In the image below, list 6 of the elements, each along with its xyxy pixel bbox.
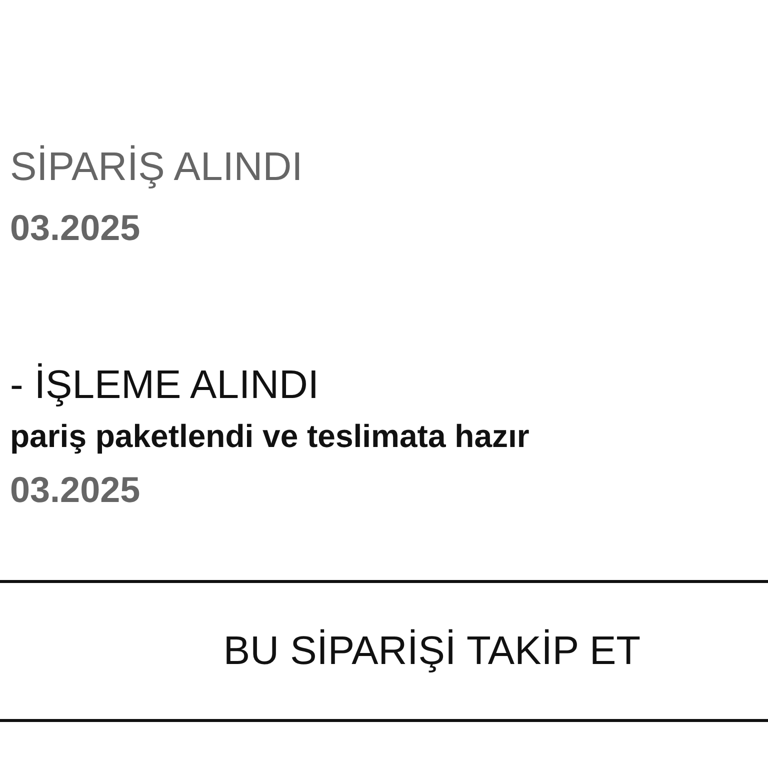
status-title: - İŞLEME ALINDI [10, 362, 320, 409]
status-title: SİPARİŞ ALINDI [10, 144, 304, 191]
status-description: pariş paketlendi ve teslimata hazır [10, 417, 530, 456]
track-order-button[interactable]: BU SİPARİŞİ TAKİP ET [0, 580, 768, 722]
status-date: 03.2025 [10, 468, 142, 512]
status-date: 03.2025 [10, 206, 142, 250]
